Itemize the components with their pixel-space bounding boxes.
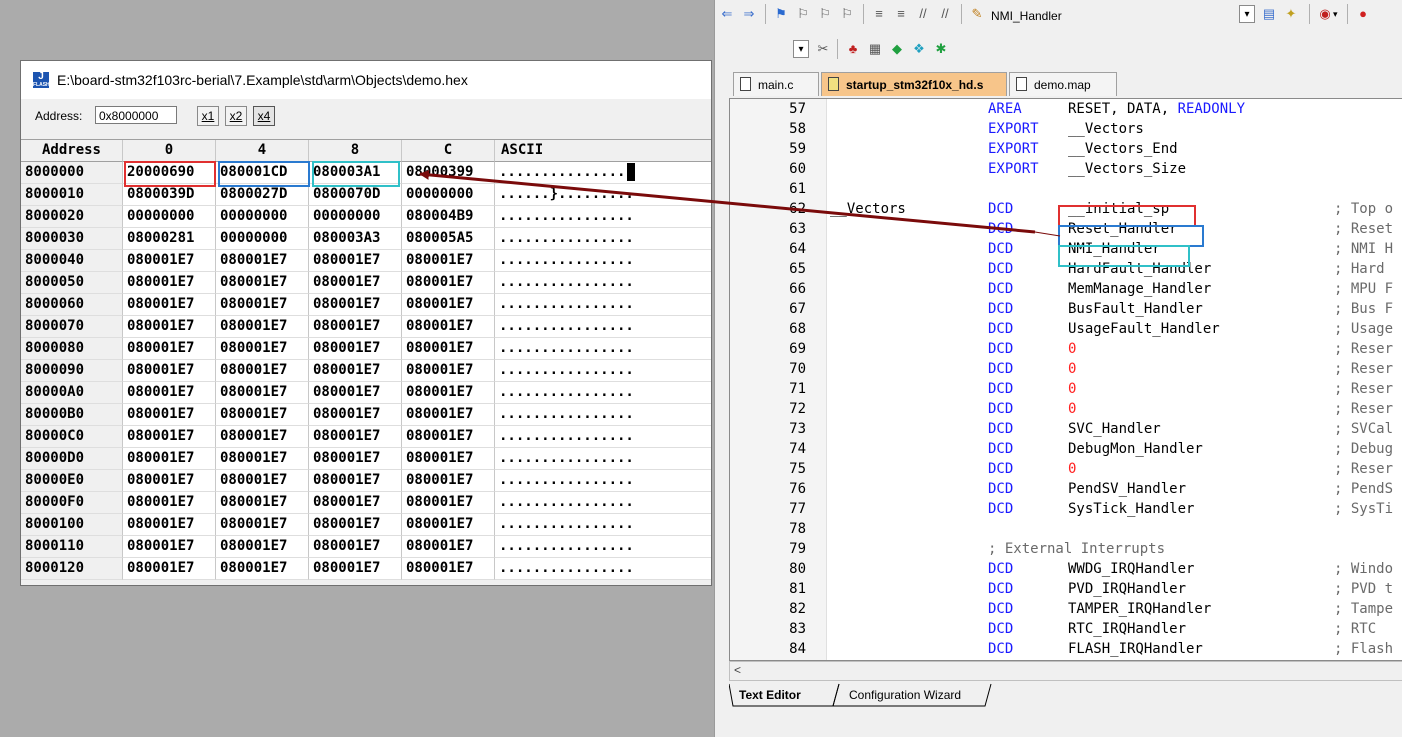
- arrow-line: [419, 169, 1036, 234]
- arrow-tail: [1034, 231, 1061, 237]
- annotation-arrow: [419, 169, 1061, 237]
